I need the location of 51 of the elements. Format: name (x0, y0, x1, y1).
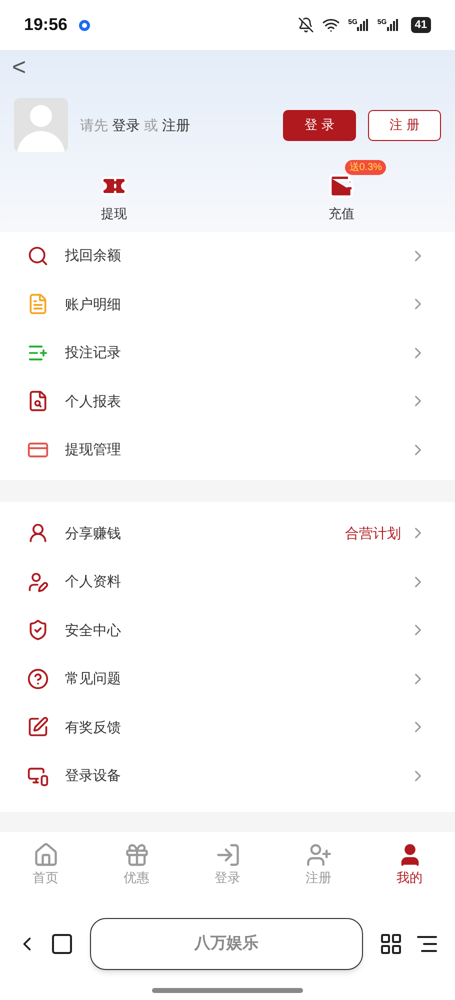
menu-label: 个人资料 (65, 572, 121, 592)
home-icon (32, 842, 58, 868)
menu-item[interactable]: 安全中心 (0, 606, 455, 654)
login-button[interactable]: 登 录 (283, 110, 356, 140)
menu-item[interactable]: 提现管理 (0, 426, 455, 474)
quick-action-label[interactable]: 充值 (328, 204, 354, 224)
prompt-text: 请先 (80, 116, 108, 134)
add-user-icon (306, 842, 332, 868)
grid-icon[interactable] (379, 932, 403, 956)
tab[interactable]: 我的 (364, 842, 455, 888)
site-title: 八万娱乐 (194, 933, 258, 954)
location-icon (79, 20, 90, 30)
back-button[interactable]: < (12, 56, 26, 80)
menu-label: 有奖反馈 (65, 718, 121, 737)
bonus-badge: 送0.3% (345, 160, 386, 175)
signal-icon (386, 19, 399, 31)
signal-icon (357, 19, 370, 31)
menu-item[interactable]: 账户明细 (0, 280, 455, 328)
menu-note: 合营计划 (345, 524, 401, 543)
menu-item[interactable]: 个人报表 (0, 377, 455, 426)
menu-item[interactable]: 分享赚钱 合营计划 (0, 509, 455, 558)
gift-icon (124, 842, 150, 868)
menu-label: 登录设备 (65, 766, 121, 786)
wifi-icon (322, 16, 340, 34)
menu-label: 常见问题 (65, 669, 121, 688)
register-button[interactable]: 注 册 (368, 110, 441, 140)
menu-label: 个人报表 (65, 392, 121, 411)
mute-icon (298, 17, 314, 33)
menu-label: 提现管理 (65, 440, 121, 460)
menu-item[interactable]: 找回余额 (0, 232, 455, 280)
menu-item[interactable]: 登录设备 (0, 752, 455, 800)
menu-label: 投注记录 (65, 343, 121, 362)
battery-icon: 41 (410, 17, 431, 33)
clock: 19:56 (24, 14, 68, 36)
login-icon (214, 842, 240, 868)
menu-label: 账户明细 (65, 294, 121, 314)
wallet-icon[interactable] (327, 172, 356, 200)
tabs-icon[interactable] (50, 932, 74, 956)
menu-item[interactable]: 常见问题 (0, 654, 455, 703)
prompt-text: 或 (144, 116, 158, 134)
menu-item[interactable]: 个人资料 (0, 558, 455, 606)
menu-item[interactable]: 投注记录 (0, 328, 455, 377)
menu-item[interactable]: 有奖反馈 (0, 703, 455, 752)
address-bar[interactable]: 八万娱乐 (90, 918, 363, 970)
prompt-link[interactable]: 登录 (112, 114, 140, 136)
menu-label: 找回余额 (65, 246, 121, 266)
quick-action-label[interactable]: 提现 (100, 204, 127, 224)
avatar (14, 98, 68, 152)
menu-label: 分享赚钱 (65, 524, 121, 543)
prompt-link[interactable]: 注册 (162, 114, 190, 136)
menu-label: 安全中心 (65, 620, 121, 640)
